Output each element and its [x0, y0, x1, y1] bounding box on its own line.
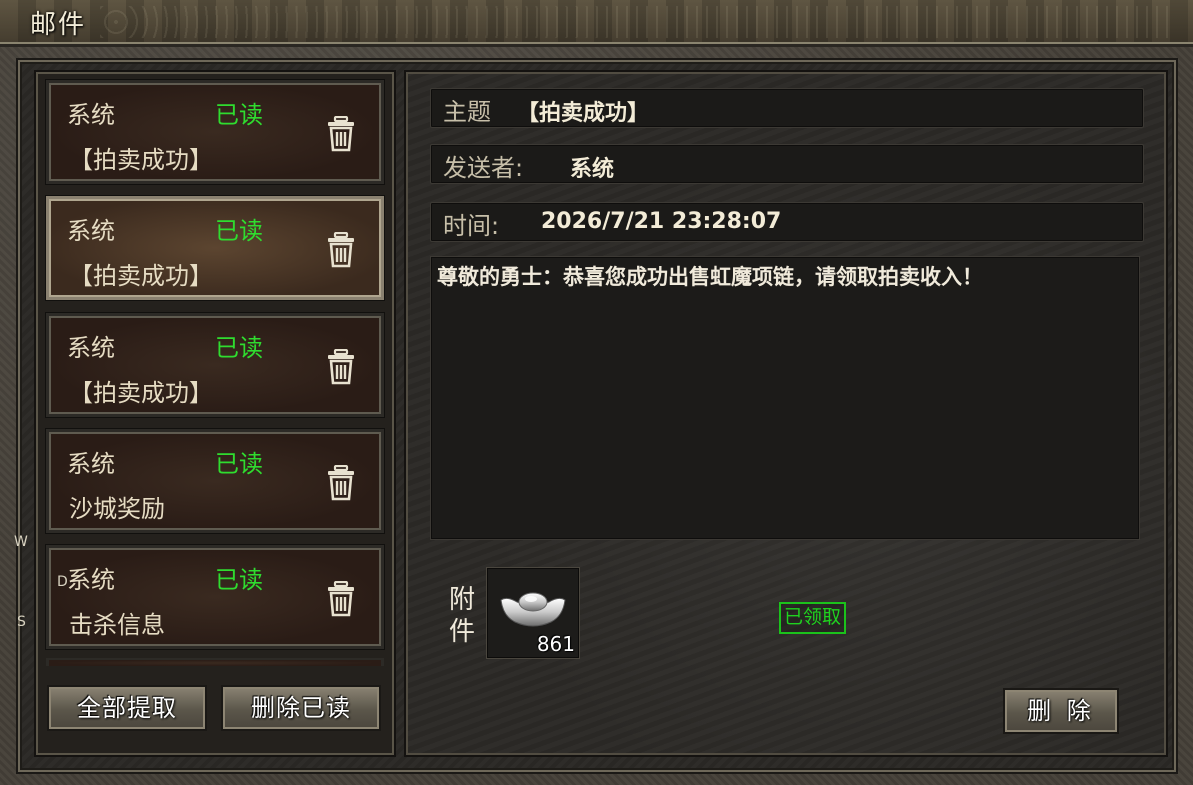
claim-all-button[interactable]: 全部提取: [47, 685, 207, 731]
mail-read-status: 已读: [215, 334, 263, 362]
mail-subject: 【拍卖成功】: [69, 146, 213, 174]
trash-icon[interactable]: [326, 116, 356, 152]
mail-sender: 系统: [67, 217, 115, 245]
subject-value: 【拍卖成功】: [517, 101, 650, 126]
edge-letter-d: D: [57, 574, 68, 590]
title-bar-ornament: [100, 6, 1173, 38]
mail-list-item[interactable]: 系统 已读 沙城奖励: [46, 429, 384, 533]
trash-icon[interactable]: [326, 232, 356, 268]
attachment-count: 861: [536, 632, 575, 656]
attachment-slot[interactable]: 861: [486, 567, 580, 659]
mail-list-item[interactable]: 系统 已读 【拍卖成功】: [46, 80, 384, 184]
mail-read-status: 已读: [215, 566, 263, 594]
mail-list-item[interactable]: 系统 已读 【拍卖成功】: [46, 313, 384, 417]
delete-read-button[interactable]: 删除已读: [221, 685, 381, 731]
mail-body-text: 尊敬的勇士：恭喜您成功出售虹魔项链，请领取拍卖收入！: [437, 265, 983, 289]
sender-value: 系统: [570, 157, 615, 182]
mail-subject: 【拍卖成功】: [69, 262, 213, 290]
window-title: 邮件: [30, 10, 87, 40]
mail-sender: 系统: [67, 101, 115, 129]
claimed-badge: 已领取: [779, 602, 847, 634]
mail-list-item-selected[interactable]: 系统 已读 【拍卖成功】: [46, 196, 384, 300]
time-value: 2026/7/21 23:28:07: [541, 209, 782, 234]
mail-read-status: 已读: [215, 450, 263, 478]
mail-read-status: 已读: [215, 101, 263, 129]
delete-button[interactable]: 删 除: [1003, 688, 1119, 734]
time-field: 时间: 2026/7/21 23:28:07: [430, 202, 1144, 242]
subject-field: 主题 【拍卖成功】: [430, 88, 1144, 128]
trash-icon[interactable]: [326, 465, 356, 501]
mail-sender: 系统: [67, 450, 115, 478]
mail-read-status: 已读: [215, 217, 263, 245]
mail-sender: 系统: [67, 566, 115, 594]
mail-sender: 系统: [67, 334, 115, 362]
time-label: 时间:: [443, 212, 500, 240]
trash-icon[interactable]: [326, 581, 356, 617]
sender-field: 发送者: 系统: [430, 144, 1144, 184]
edge-letter-s: S: [17, 614, 26, 630]
mail-body-box: 尊敬的勇士：恭喜您成功出售虹魔项链，请领取拍卖收入！: [430, 256, 1140, 540]
trash-icon[interactable]: [326, 349, 356, 385]
sender-label: 发送者:: [443, 154, 524, 182]
subject-label: 主题: [443, 98, 491, 126]
attachment-label: 附件: [449, 585, 476, 647]
mail-subject: 【拍卖成功】: [69, 379, 213, 407]
edge-letter-w: W: [14, 534, 28, 550]
mail-list-item-partial: [46, 658, 384, 666]
mail-subject: 沙城奖励: [69, 495, 165, 523]
silver-ingot-icon: [500, 592, 566, 627]
mail-subject: 击杀信息: [69, 611, 165, 639]
mail-list-item[interactable]: 系统 已读 击杀信息: [46, 545, 384, 649]
title-bar: 邮件: [0, 0, 1193, 47]
